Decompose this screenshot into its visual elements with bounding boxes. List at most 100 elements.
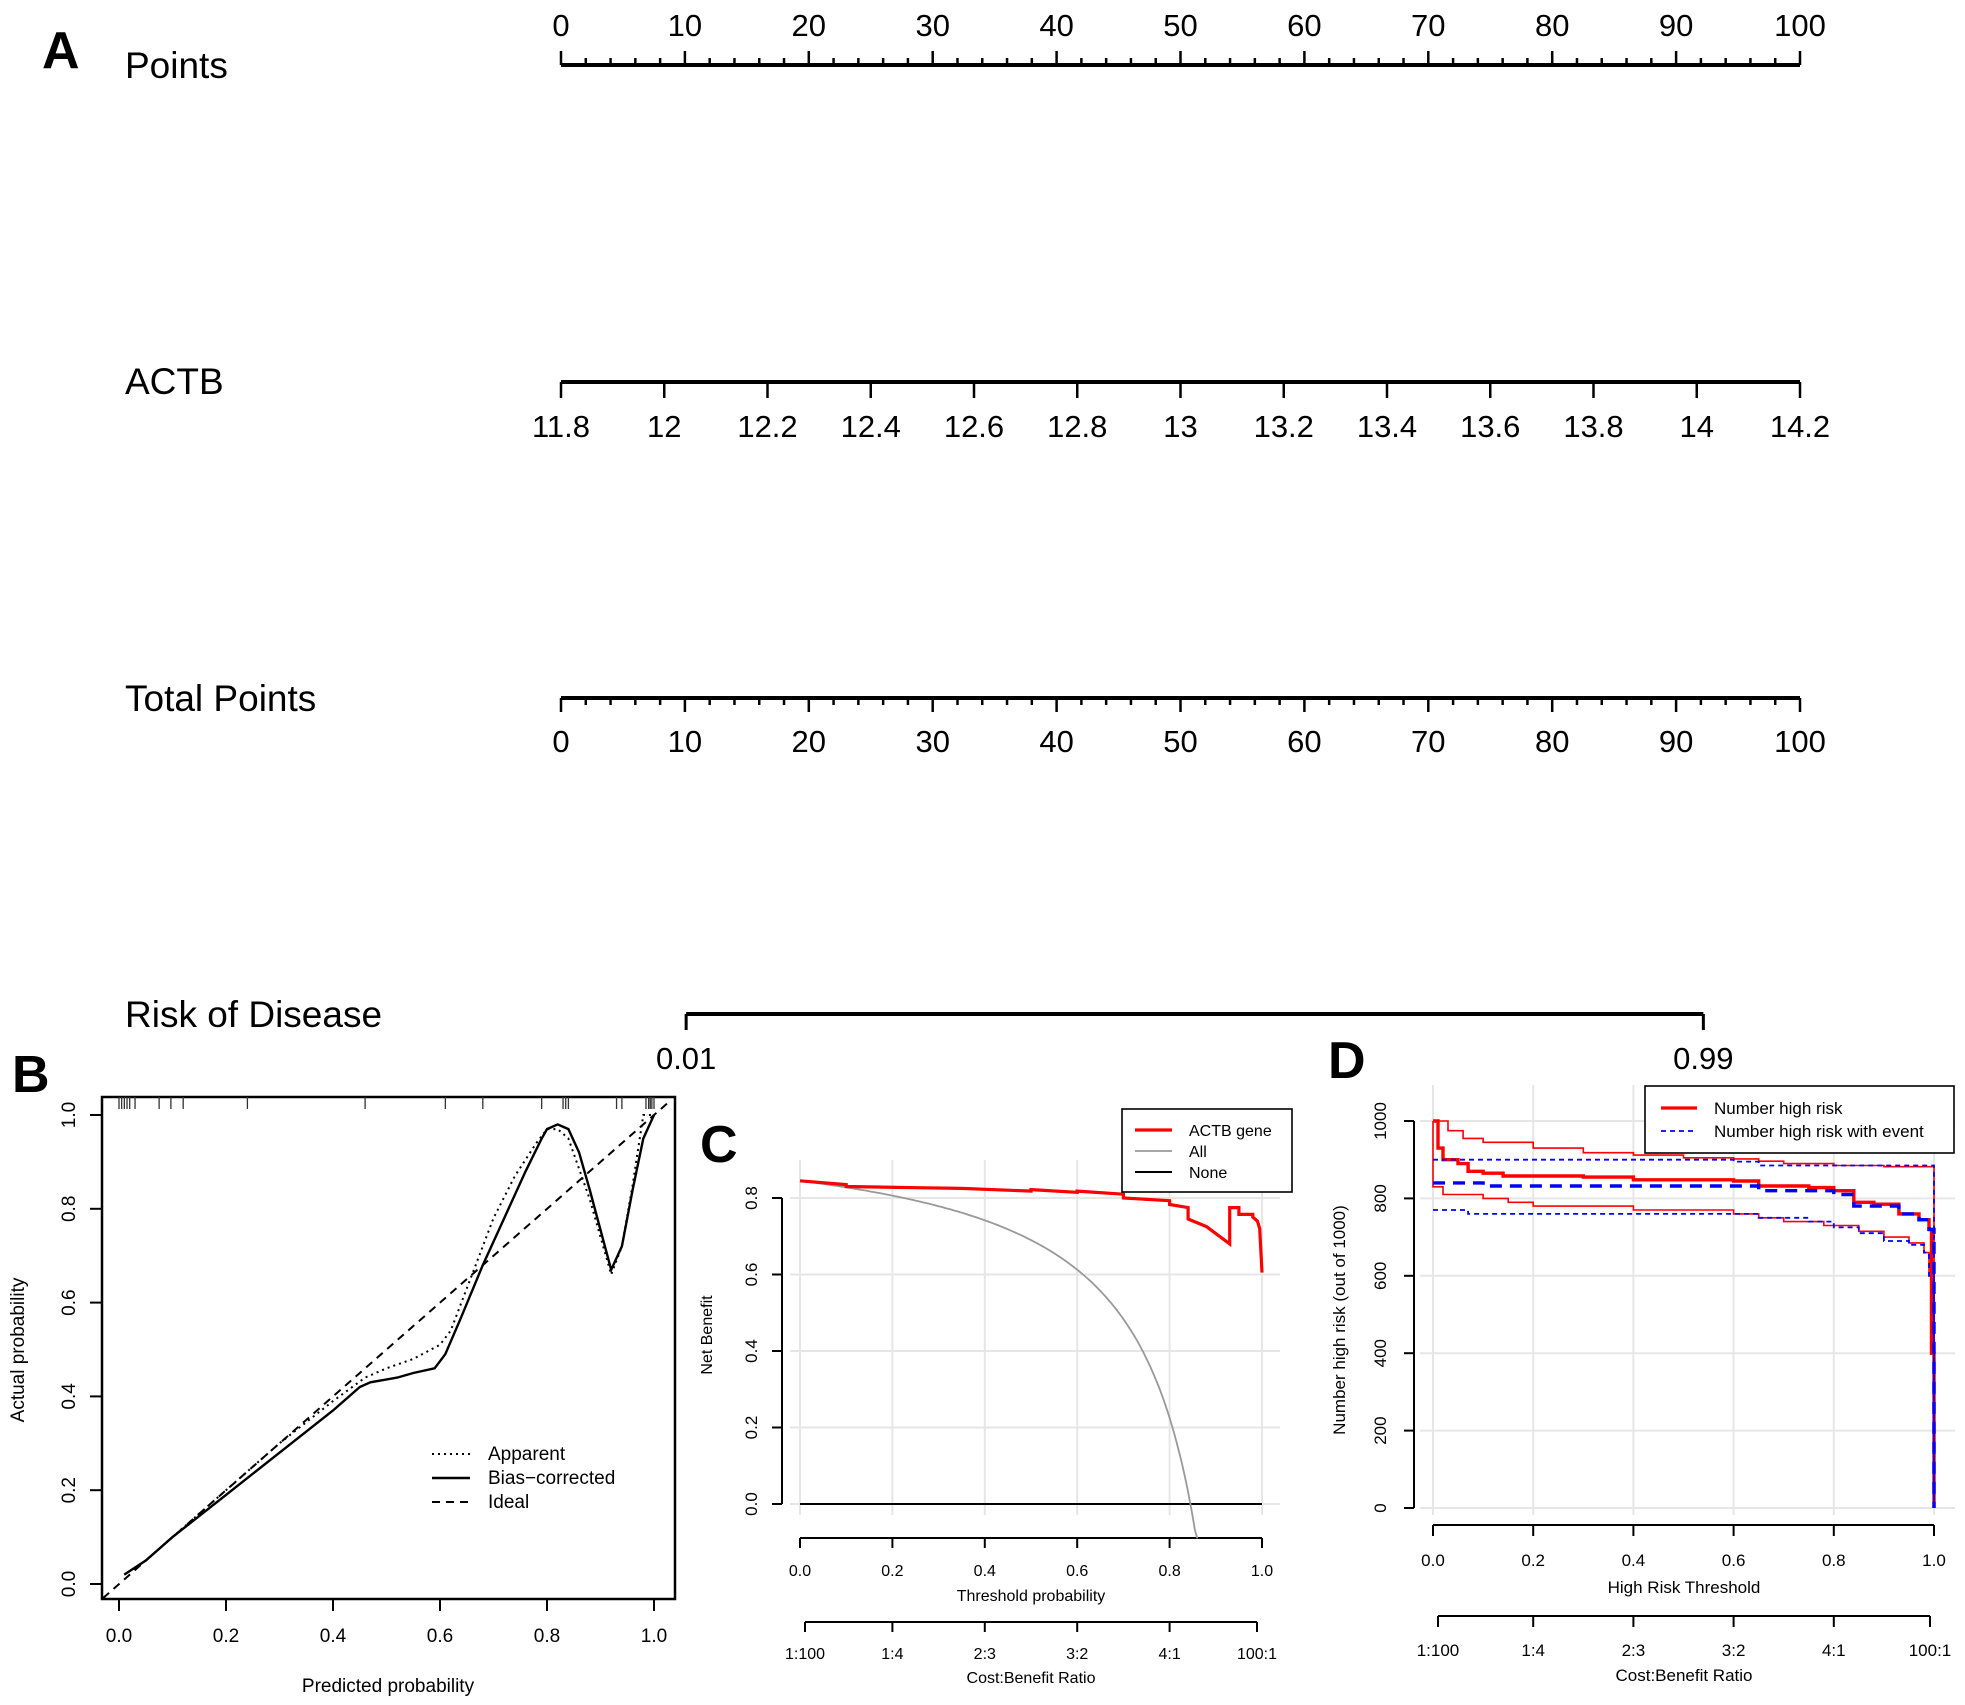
- tick-label: 13.4: [1357, 409, 1417, 444]
- cost-tick-label: 1:100: [785, 1646, 825, 1663]
- panel-c-decision-curve: C 0.0 0.2 0.4 0.6 0.8 Net Benefit 0.0 0.2 0.4 0.6…: [699, 1108, 1293, 1687]
- total-points-axis: 0 10 20 30 40 50 60 70 80 90 100: [552, 696, 1826, 759]
- tick-label: 0: [552, 8, 569, 43]
- cost-tick-label: 100:1: [1909, 1641, 1952, 1660]
- tick-label: 70: [1411, 8, 1445, 43]
- series-apparent: [123, 1114, 654, 1576]
- panel-label-b: B: [12, 1046, 50, 1104]
- tick-label: 12.8: [1047, 409, 1107, 444]
- y-axis-title: Actual probability: [8, 1277, 29, 1422]
- row-label-risk: Risk of Disease: [125, 994, 382, 1035]
- x-tick-label: 0.4: [974, 1563, 996, 1580]
- y-tick-label: 0.2: [742, 1416, 761, 1440]
- legend-label: Bias−corrected: [488, 1468, 615, 1489]
- x-tick-label: 0.0: [1421, 1551, 1445, 1570]
- cost-tick-label: 2:3: [974, 1646, 996, 1663]
- series-number-high-risk-with-event-lower-ci-: [1433, 1209, 1935, 1508]
- tick-label: 50: [1163, 724, 1197, 759]
- panel-label-a: A: [42, 22, 80, 80]
- cost-tick-label: 1:4: [1521, 1641, 1545, 1660]
- x-tick-label: 0.8: [1158, 1563, 1180, 1580]
- y-axis-title: Number high risk (out of 1000): [1330, 1205, 1349, 1435]
- x-tick-label: 0.8: [534, 1626, 560, 1647]
- legend-label: Apparent: [488, 1444, 566, 1465]
- x-tick-label: 0.4: [320, 1626, 347, 1647]
- tick-label: 12.2: [737, 409, 797, 444]
- x-axis-title: High Risk Threshold: [1608, 1578, 1761, 1597]
- panel-d-clinical-impact: D 0 200 400 600 800 1000 Number high risk (out…: [1328, 1032, 1955, 1685]
- tick-label: 14: [1680, 409, 1714, 444]
- series-number-high-risk: [1433, 1119, 1936, 1508]
- legend-box: [1644, 1085, 1955, 1154]
- decision-curve-plot: 0.0 0.2 0.4 0.6 0.8 Net Benefit 0.0 0.2 0.4 0.6 0.…: [699, 1108, 1293, 1687]
- x-tick-label: 0.0: [789, 1563, 811, 1580]
- y-tick-label: 0.8: [59, 1196, 80, 1222]
- y-tick-label: 0.2: [59, 1477, 80, 1503]
- cost-tick-label: 3:2: [1722, 1641, 1746, 1660]
- y-tick-label: 1000: [1371, 1102, 1390, 1140]
- series-number-high-risk-with-event-upper-ci-: [1433, 1158, 1935, 1508]
- tick-label: 0: [552, 724, 569, 759]
- y-tick-label: 200: [1371, 1416, 1390, 1444]
- y-tick-label: 800: [1371, 1184, 1390, 1212]
- tick-label: 80: [1535, 8, 1569, 43]
- x-tick-label: 1.0: [1922, 1551, 1946, 1570]
- y-tick-label: 0.6: [742, 1263, 761, 1287]
- tick-label: 0.99: [1673, 1041, 1733, 1076]
- tick-label: 12.6: [944, 409, 1004, 444]
- tick-label: 80: [1535, 724, 1569, 759]
- tick-label: 10: [668, 724, 702, 759]
- cost-tick-label: 4:1: [1822, 1641, 1846, 1660]
- x-tick-label: 1.0: [641, 1626, 667, 1647]
- legend-label: Number high risk with event: [1714, 1122, 1924, 1141]
- legend-label: None: [1189, 1165, 1227, 1182]
- cost-tick-label: 100:1: [1237, 1646, 1277, 1663]
- tick-label: 12: [647, 409, 681, 444]
- y-tick-label: 0.4: [59, 1383, 80, 1410]
- clinical-impact-plot: 0 200 400 600 800 1000 Number high risk (out o…: [1330, 1085, 1955, 1685]
- x-tick-label: 0.2: [213, 1626, 239, 1647]
- tick-label: 50: [1163, 8, 1197, 43]
- panel-a-nomogram: A Points ACTB Total Points Risk of Disea…: [42, 8, 1830, 1076]
- tick-label: 13.6: [1460, 409, 1520, 444]
- y-tick-label: 400: [1371, 1339, 1390, 1367]
- series-bias-corrected: [123, 1114, 656, 1576]
- x-tick-label: 0.4: [1622, 1551, 1646, 1570]
- x-tick-label: 0.2: [881, 1563, 903, 1580]
- tick-label: 13.2: [1254, 409, 1314, 444]
- y-tick-label: 1.0: [59, 1102, 80, 1128]
- tick-label: 30: [915, 724, 949, 759]
- row-label-points: Points: [125, 45, 228, 86]
- y-tick-label: 0.0: [59, 1571, 80, 1597]
- series-actb-gene: [799, 1179, 1264, 1273]
- cost-axis-title: Cost:Benefit Ratio: [967, 1670, 1096, 1687]
- tick-label: 0.01: [656, 1041, 716, 1076]
- y-tick-label: 0: [1371, 1503, 1390, 1512]
- x-tick-label: 0.6: [1722, 1551, 1746, 1570]
- tick-label: 20: [792, 724, 826, 759]
- tick-label: 12.4: [841, 409, 901, 444]
- tick-label: 90: [1659, 724, 1693, 759]
- tick-label: 13.8: [1563, 409, 1623, 444]
- cost-tick-label: 1:100: [1417, 1641, 1460, 1660]
- cost-axis-title: Cost:Benefit Ratio: [1615, 1666, 1752, 1685]
- tick-label: 11.8: [532, 409, 590, 444]
- legend-label: ACTB gene: [1189, 1123, 1272, 1140]
- row-label-total-points: Total Points: [125, 678, 316, 719]
- x-tick-label: 1.0: [1251, 1563, 1273, 1580]
- tick-label: 60: [1287, 8, 1321, 43]
- tick-label: 40: [1039, 8, 1073, 43]
- legend-label: Ideal: [488, 1492, 529, 1513]
- cost-tick-label: 4:1: [1158, 1646, 1180, 1663]
- y-axis-title: Net Benefit: [699, 1295, 716, 1375]
- panel-label-d: D: [1328, 1032, 1366, 1090]
- tick-label: 40: [1039, 724, 1073, 759]
- risk-axis: 0.01 0.99: [656, 1012, 1734, 1076]
- x-tick-label: 0.0: [106, 1626, 132, 1647]
- tick-label: 14.2: [1770, 409, 1830, 444]
- tick-label: 30: [915, 8, 949, 43]
- y-tick-label: 600: [1371, 1262, 1390, 1290]
- x-axis-title: Threshold probability: [957, 1588, 1106, 1605]
- tick-label: 60: [1287, 724, 1321, 759]
- series-all: [799, 1179, 1199, 1539]
